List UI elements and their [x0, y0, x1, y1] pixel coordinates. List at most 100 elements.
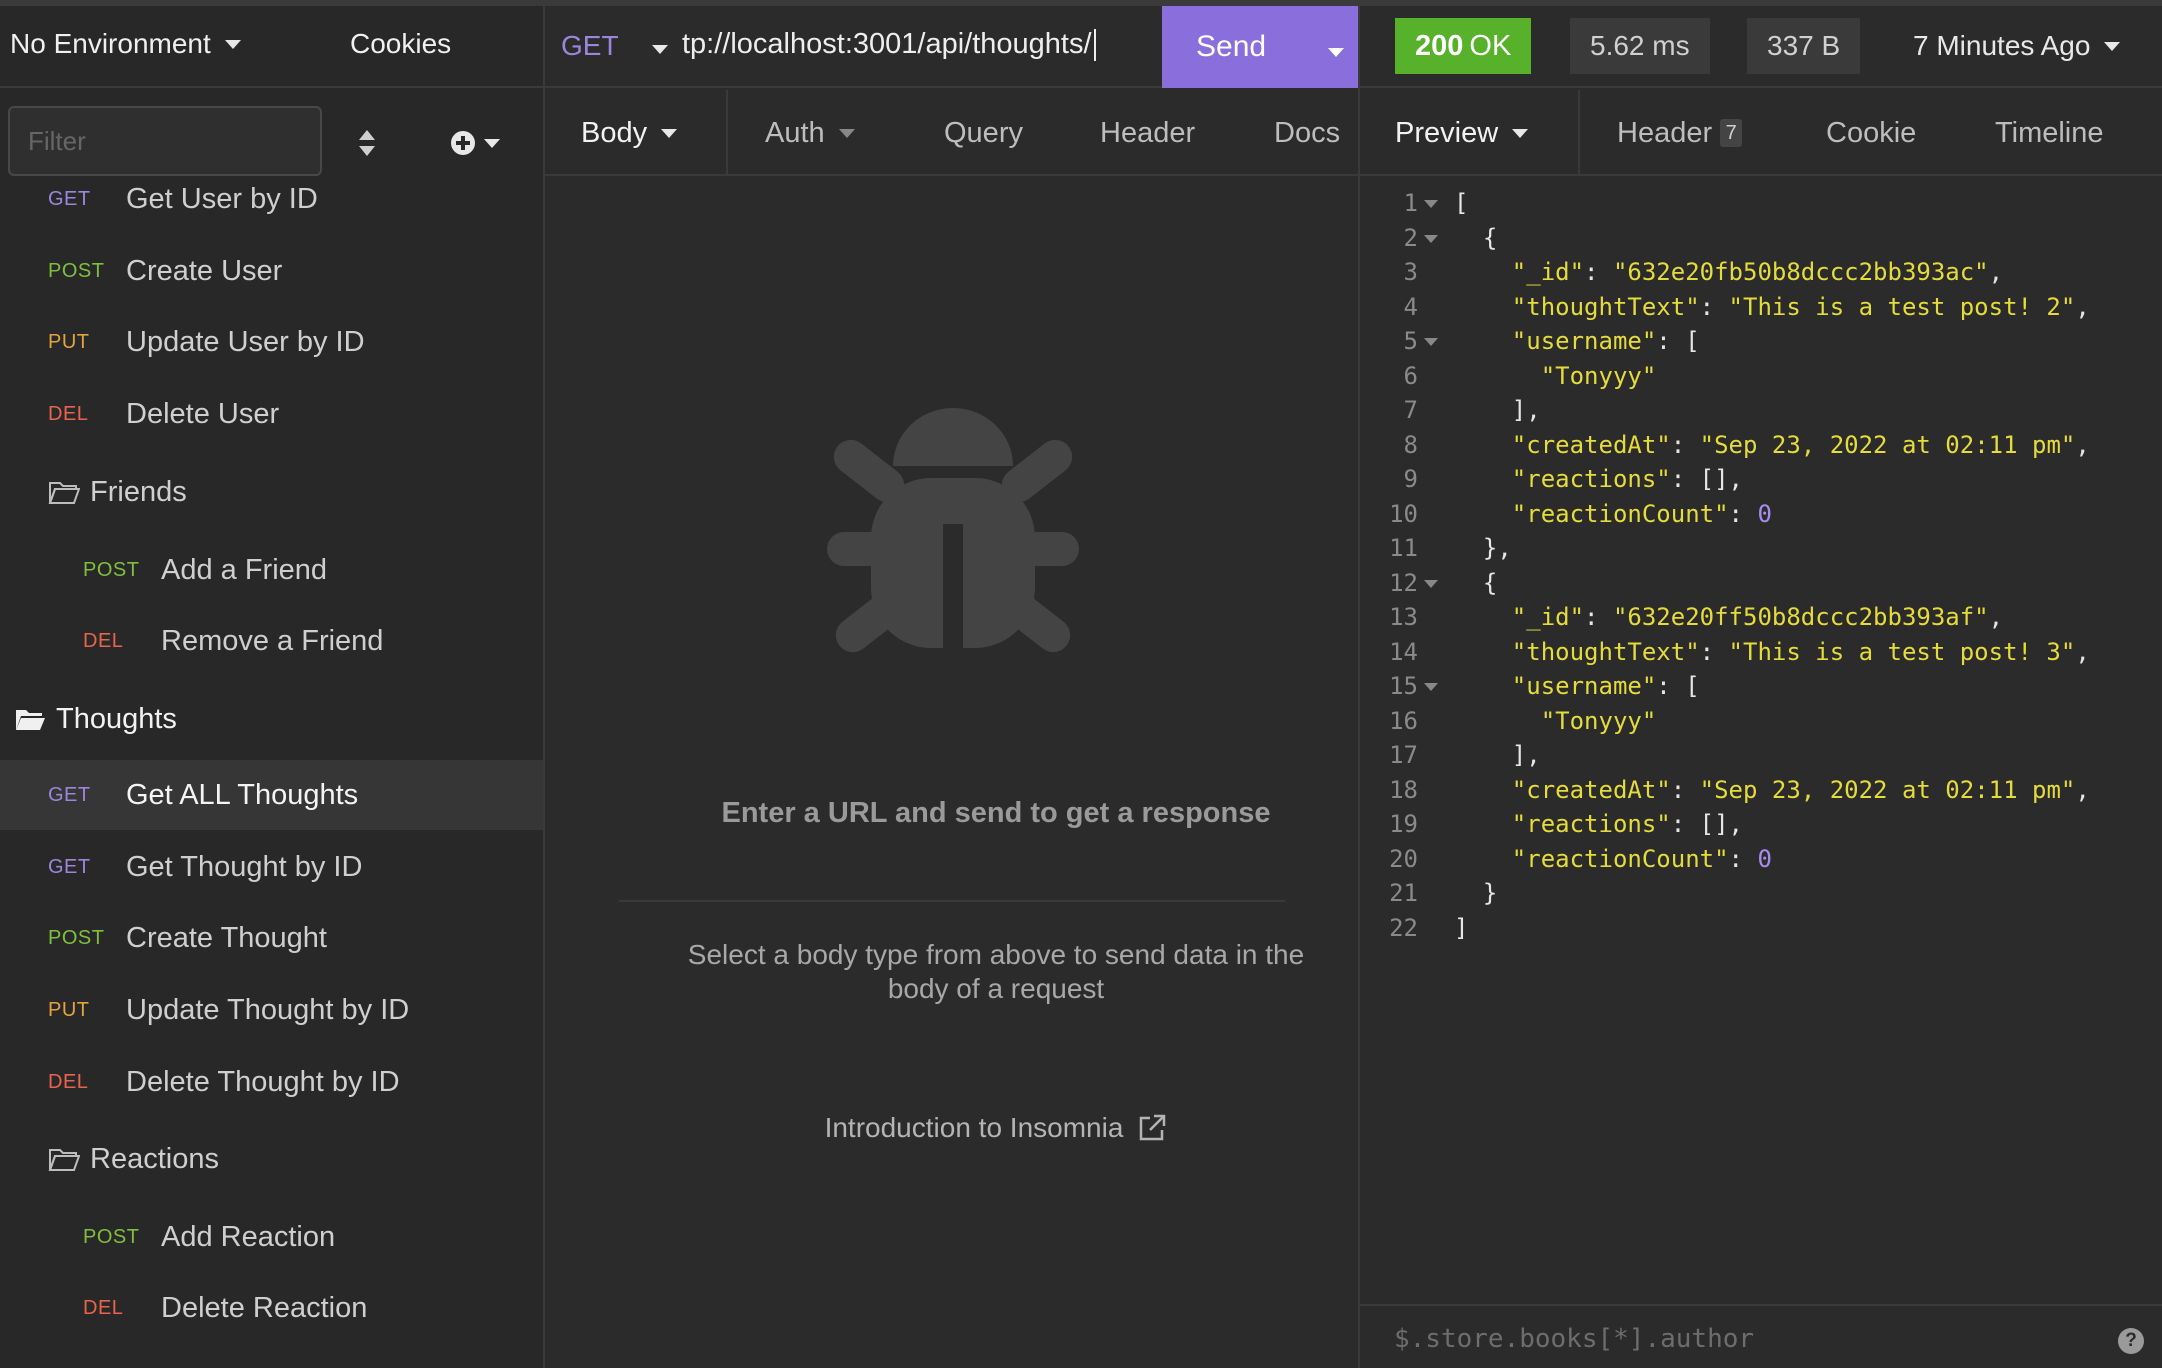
empty-state-subtitle: Select a body type from above to send da… — [687, 939, 1305, 1004]
sidebar-item-label: Get User by ID — [126, 182, 318, 215]
sidebar-item-create-thought[interactable]: POST Create Thought — [48, 903, 327, 973]
window-top-border — [0, 0, 2162, 6]
code-line: 2 { — [1403, 223, 1498, 252]
folder-friends[interactable]: Friends — [48, 457, 187, 527]
json-preview[interactable]: 1[ 2 { 3 "_id": "632e20fb50b8dccc2bb393a… — [1360, 186, 2162, 945]
status-code: 200 — [1415, 29, 1464, 62]
method-badge: POST — [48, 259, 105, 282]
tab-label: Body — [581, 116, 648, 149]
folder-open-icon — [48, 1149, 80, 1171]
folder-thoughts[interactable]: Thoughts — [14, 684, 177, 754]
text-cursor — [1093, 29, 1096, 62]
chevron-down-icon — [652, 45, 668, 54]
tab-label: Query — [944, 116, 1023, 149]
folder-label: Thoughts — [56, 702, 177, 735]
fold-toggle-icon[interactable] — [1424, 200, 1438, 208]
filter-input[interactable] — [8, 106, 322, 176]
method-badge: DEL — [48, 1070, 89, 1093]
header-count-badge: 7 — [1720, 119, 1743, 147]
folder-reactions[interactable]: Reactions — [48, 1124, 219, 1194]
method-badge: POST — [48, 926, 105, 949]
environment-selector[interactable]: No Environment — [10, 28, 241, 60]
sidebar-item-label: Delete User — [126, 397, 280, 430]
fold-toggle-icon[interactable] — [1424, 683, 1438, 691]
fold-toggle-icon[interactable] — [1424, 579, 1438, 588]
tab-response-header[interactable]: Header 7 — [1617, 90, 1743, 176]
response-history-dropdown[interactable]: 7 Minutes Ago — [1913, 30, 2121, 62]
sidebar-item-label: Get Thought by ID — [126, 850, 363, 883]
tab-label: Cookie — [1826, 116, 1917, 149]
sidebar-item-label: Add a Friend — [161, 553, 328, 586]
method-badge: DEL — [83, 629, 124, 652]
code-line: 6 "Tonyyy" — [1403, 361, 1657, 390]
tab-docs[interactable]: Docs — [1274, 90, 1340, 176]
cookies-button[interactable]: Cookies — [350, 28, 451, 60]
add-request-button[interactable] — [450, 128, 506, 158]
sidebar-item-delete-user[interactable]: DEL Delete User — [48, 379, 279, 449]
sidebar-item-delete-reaction[interactable]: DEL Delete Reaction — [83, 1273, 367, 1343]
sidebar-item-label: Update User by ID — [126, 325, 365, 358]
code-line: 16 "Tonyyy" — [1389, 706, 1657, 735]
send-button[interactable]: Send — [1162, 6, 1358, 88]
method-badge: GET — [48, 783, 91, 806]
sidebar-item-delete-thought[interactable]: DEL Delete Thought by ID — [48, 1047, 400, 1117]
help-icon[interactable]: ? — [2118, 1328, 2144, 1354]
sidebar-item-add-reaction[interactable]: POST Add Reaction — [83, 1202, 335, 1272]
code-line: 13 "_id": "632e20ff50b8dccc2bb393af", — [1389, 603, 2004, 631]
status-badge: 200 OK — [1395, 18, 1532, 74]
tab-label: Preview — [1395, 116, 1499, 149]
method-badge: PUT — [48, 330, 90, 353]
response-size-badge: 337 B — [1747, 18, 1861, 74]
tab-header[interactable]: Header — [1100, 90, 1195, 176]
tab-divider — [726, 90, 728, 176]
code-line: 7 ], — [1403, 396, 1541, 424]
chevron-down-icon — [838, 128, 855, 138]
folder-open-icon — [16, 710, 45, 730]
code-line: 18 "createdAt": "Sep 23, 2022 at 02:11 p… — [1389, 775, 2090, 804]
intro-to-insomnia-link[interactable]: Introduction to Insomnia — [665, 1112, 1327, 1144]
request-method-selector[interactable]: GET — [561, 30, 619, 62]
tab-timeline[interactable]: Timeline — [1995, 90, 2104, 176]
empty-state-title: Enter a URL and send to get a response — [721, 797, 1271, 829]
code-line: 10 "reactionCount": 0 — [1389, 499, 1772, 528]
jsonpath-filter-input[interactable] — [1394, 1320, 2074, 1358]
code-line: 22] — [1389, 913, 1469, 942]
request-tabs: Body Auth Query Header Docs — [545, 90, 1358, 176]
code-line: 20 "reactionCount": 0 — [1389, 844, 1772, 873]
sidebar-item-get-thought-by-id[interactable]: GET Get Thought by ID — [48, 832, 362, 902]
code-line: 15 "username": [ — [1389, 672, 1700, 700]
method-dropdown[interactable] — [652, 41, 668, 59]
response-status-bar: 200 OK 5.62 ms 337 B 7 Minutes Ago — [1360, 0, 2162, 88]
sidebar-item-remove-friend[interactable]: DEL Remove a Friend — [83, 606, 383, 676]
code-line: 1[ — [1403, 189, 1469, 217]
chevron-down-icon — [661, 128, 678, 138]
sort-icon[interactable] — [356, 128, 378, 158]
external-link-icon — [1140, 1114, 1166, 1141]
sidebar-item-get-all-thoughts[interactable]: GET Get ALL Thoughts — [0, 760, 543, 830]
sidebar-item-update-thought[interactable]: PUT Update Thought by ID — [48, 975, 409, 1045]
url-input[interactable]: tp://localhost:3001/api/thoughts/ — [682, 28, 1096, 62]
tab-label: Header — [1100, 116, 1196, 149]
send-options-dropdown[interactable] — [1328, 44, 1344, 62]
sidebar-item-create-user[interactable]: POST Create User — [48, 236, 282, 306]
folder-label: Reactions — [90, 1142, 219, 1175]
request-pane: GET tp://localhost:3001/api/thoughts/ Se… — [545, 0, 1360, 1368]
tab-cookie[interactable]: Cookie — [1826, 90, 1916, 176]
tab-preview[interactable]: Preview — [1395, 90, 1529, 176]
tab-label: Timeline — [1995, 116, 2104, 149]
sidebar-item-label: Create Thought — [126, 921, 327, 954]
bug-icon — [827, 408, 1079, 654]
sidebar-item-add-friend[interactable]: POST Add a Friend — [83, 535, 327, 605]
tab-body[interactable]: Body — [581, 90, 678, 176]
fold-toggle-icon[interactable] — [1424, 234, 1438, 243]
response-filter-bar: ? — [1360, 1304, 2162, 1368]
code-line: 11 }, — [1389, 534, 1512, 562]
response-age: 7 Minutes Ago — [1913, 30, 2091, 61]
code-line: 19 "reactions": [], — [1389, 810, 1743, 838]
tab-query[interactable]: Query — [944, 90, 1023, 176]
tab-auth[interactable]: Auth — [765, 90, 855, 176]
url-value: tp://localhost:3001/api/thoughts/ — [682, 28, 1092, 60]
sidebar-item-update-user[interactable]: PUT Update User by ID — [48, 307, 365, 377]
chevron-down-icon — [224, 39, 241, 49]
fold-toggle-icon[interactable] — [1424, 338, 1438, 346]
